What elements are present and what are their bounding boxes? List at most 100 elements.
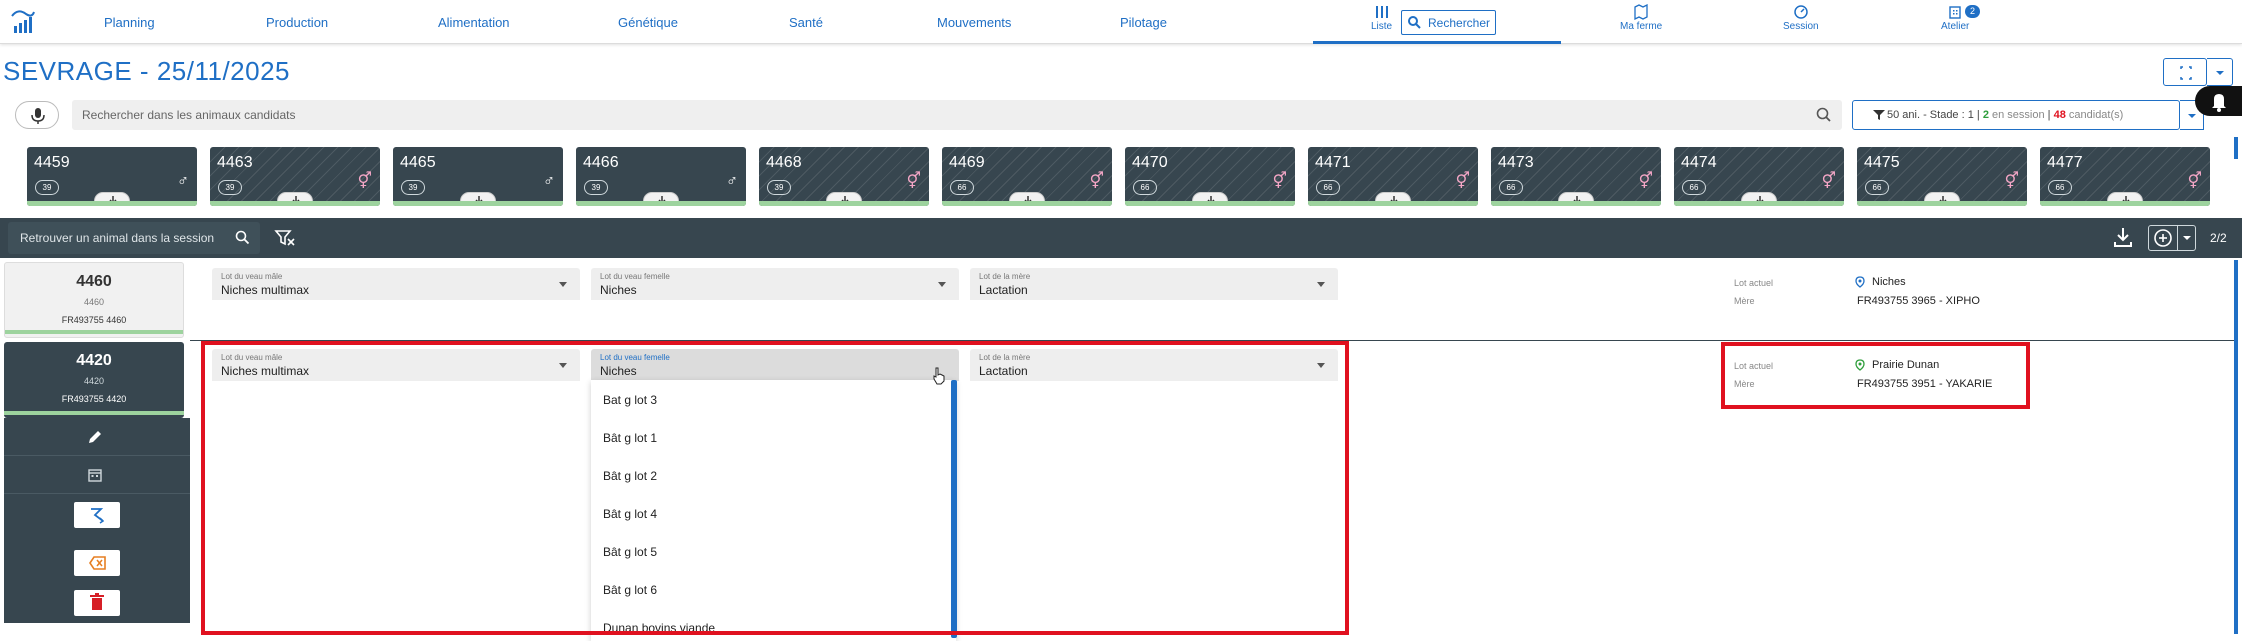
status-bar (1308, 201, 1478, 206)
stage-badge: 39 (401, 180, 425, 195)
sex-icon: ⚥ (1455, 173, 1470, 190)
move-action-button[interactable] (74, 502, 120, 528)
session-animal-card-selected[interactable]: 4420 4420 FR493755 4420 (4, 342, 184, 418)
animal-card[interactable]: 4463 39 ⚥ (210, 147, 380, 206)
animal-card-number: 4465 (400, 154, 436, 171)
field-label: Lot du veau mâle (221, 272, 283, 281)
chevron-down-icon[interactable] (2178, 226, 2196, 250)
animal-card[interactable]: 4468 39 ⚥ (759, 147, 929, 206)
field-label: Lot de la mère (979, 272, 1031, 281)
animal-card[interactable]: 4465 39 ♂ (393, 147, 563, 206)
nav-session-label: Session (1783, 21, 1819, 32)
animal-card-number: 4471 (1315, 154, 1351, 171)
global-search-label: Rechercher (1428, 16, 1491, 30)
nav-planning[interactable]: Planning (104, 15, 155, 30)
microphone-icon (31, 108, 45, 124)
caret-down-icon (1317, 282, 1325, 287)
animal-card-number: 4477 (2047, 154, 2083, 171)
session-animal-card[interactable]: 4460 4460 FR493755 4460 (4, 262, 184, 338)
animal-card-number: 4469 (949, 154, 985, 171)
status-bar (942, 201, 1112, 206)
mother-lot-select[interactable]: Lot de la mère Lactation (970, 268, 1338, 300)
sex-icon: ⚥ (357, 173, 372, 190)
status-bar (576, 201, 746, 206)
animal-card-number: 4473 (1498, 154, 1534, 171)
nav-sante[interactable]: Santé (789, 15, 823, 30)
sex-icon: ⚥ (2187, 173, 2202, 190)
list-icon (1375, 6, 1388, 18)
animal-card[interactable]: 4466 39 ♂ (576, 147, 746, 206)
voice-search-button[interactable] (15, 101, 59, 129)
sex-icon: ⚥ (906, 173, 921, 190)
options-dropdown-button[interactable] (2207, 58, 2233, 86)
notifications-button[interactable] (2195, 86, 2242, 116)
animal-card[interactable]: 4459 39 ♂ (27, 147, 197, 206)
fullscreen-button[interactable] (2163, 58, 2207, 86)
nav-alimentation[interactable]: Alimentation (438, 15, 510, 30)
add-circle-icon (2154, 229, 2172, 247)
global-search[interactable]: Rechercher (1401, 10, 1496, 35)
session-scrollbar[interactable] (2234, 260, 2238, 634)
animal-card[interactable]: 4475 66 ⚥ (1857, 147, 2027, 206)
mother-value[interactable]: FR493755 3965 - XIPHO (1857, 295, 1980, 307)
pagination: 2/2 (2210, 231, 2227, 245)
mother-label: Mère (1734, 296, 1755, 306)
animal-card[interactable]: 4474 66 ⚥ (1674, 147, 1844, 206)
trash-icon (90, 593, 104, 610)
animal-card-number: 4459 (34, 154, 70, 171)
animal-card[interactable]: 4469 66 ⚥ (942, 147, 1112, 206)
animal-number: 4420 (76, 352, 112, 369)
session-search-input[interactable]: Retrouver un animal dans la session (8, 222, 260, 254)
active-tab-indicator (1313, 41, 1561, 44)
bell-icon (2212, 94, 2226, 112)
session-count: 2 (1982, 109, 1989, 121)
sex-icon: ♂ (177, 173, 189, 190)
location-pin-icon (1855, 276, 1865, 288)
add-animal-button[interactable] (2148, 225, 2196, 251)
nav-liste[interactable]: Liste (1371, 4, 1392, 32)
candidate-filter-summary[interactable]: 50 ani. - Stade : 1 | 2 en session | 48 … (1852, 100, 2180, 130)
cards-scrollbar[interactable] (2234, 137, 2238, 159)
page-title: SEVRAGE - 25/11/2025 (3, 56, 291, 86)
animal-card[interactable]: 4477 66 ⚥ (2040, 147, 2210, 206)
status-bar (1857, 201, 2027, 206)
status-bar (5, 330, 183, 334)
field-value: Lactation (979, 283, 1028, 297)
caret-down-icon (938, 282, 946, 287)
row-actions (4, 418, 190, 623)
atelier-count-badge: 2 (1965, 5, 1980, 18)
animal-card[interactable]: 4470 66 ⚥ (1125, 147, 1295, 206)
sex-icon: ⚥ (1821, 173, 1836, 190)
download-icon[interactable] (2106, 223, 2140, 253)
delete-action-button[interactable] (74, 590, 120, 616)
nav-production[interactable]: Production (266, 15, 328, 30)
status-bar (393, 201, 563, 206)
nav-pilotage[interactable]: Pilotage (1120, 15, 1167, 30)
search-icon[interactable] (1816, 107, 1832, 123)
nav-genetique[interactable]: Génétique (618, 15, 678, 30)
app-logo[interactable] (8, 6, 38, 36)
stage-badge: 66 (1499, 180, 1523, 195)
nav-session[interactable]: Session (1783, 4, 1819, 32)
clear-filter-icon[interactable] (270, 224, 300, 252)
nav-ma-ferme[interactable]: Ma ferme (1620, 4, 1662, 32)
stage-badge: 39 (584, 180, 608, 195)
pencil-icon (89, 431, 101, 443)
sex-icon: ⚥ (2004, 173, 2019, 190)
animal-card[interactable]: 4471 66 ⚥ (1308, 147, 1478, 206)
female-calf-lot-select[interactable]: Lot du veau femelle Niches (591, 268, 959, 300)
calendar-action[interactable] (4, 456, 190, 494)
animal-card[interactable]: 4473 66 ⚥ (1491, 147, 1661, 206)
nav-atelier-label: Atelier (1941, 21, 1970, 32)
candidate-search-input[interactable]: Rechercher dans les animaux candidats (72, 100, 1842, 130)
stage-badge: 39 (767, 180, 791, 195)
remove-action-button[interactable] (74, 550, 120, 576)
edit-action[interactable] (4, 418, 190, 456)
filter-icon (1873, 110, 1885, 120)
caret-down-icon (559, 282, 567, 287)
male-calf-lot-select[interactable]: Lot du veau mâle Niches multimax (212, 268, 580, 300)
nav-mouvements[interactable]: Mouvements (937, 15, 1011, 30)
status-bar (1674, 201, 1844, 206)
session-count-label: en session (1992, 109, 2045, 121)
status-bar (210, 201, 380, 206)
